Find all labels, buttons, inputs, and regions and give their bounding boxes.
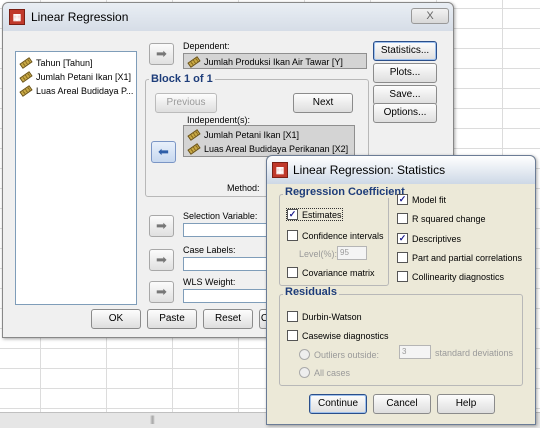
- all-cases-radio[interactable]: All cases: [299, 367, 350, 378]
- wls-weight-field[interactable]: [183, 289, 269, 303]
- level-field[interactable]: 95: [337, 246, 367, 260]
- left-arrow-icon: ⬅: [158, 144, 169, 159]
- next-button[interactable]: Next: [293, 93, 353, 113]
- continue-button[interactable]: Continue: [309, 394, 367, 414]
- variable-list[interactable]: Tahun [Tahun] Jumlah Petani Ikan [X1] Lu…: [15, 51, 137, 305]
- checkmark-icon: ✓: [397, 233, 408, 244]
- list-item[interactable]: Luas Areal Budidaya P...: [19, 84, 133, 98]
- casewise-diagnostics-checkbox[interactable]: Casewise diagnostics: [287, 330, 389, 341]
- method-label: Method:: [227, 183, 260, 193]
- case-labels-move-button[interactable]: ➡: [149, 249, 174, 271]
- estimates-checkbox[interactable]: ✓ Estimates: [286, 208, 343, 221]
- covariance-matrix-checkbox[interactable]: Covariance matrix: [287, 267, 375, 278]
- list-item[interactable]: Jumlah Petani Ikan [X1]: [19, 70, 131, 84]
- descriptives-checkbox[interactable]: ✓ Descriptives: [397, 233, 461, 244]
- ruler-variable-icon: [19, 71, 33, 83]
- statistics-dialog-title: Linear Regression: Statistics: [293, 163, 446, 177]
- app-icon: ▦: [9, 9, 25, 25]
- help-button[interactable]: Help: [437, 394, 495, 414]
- dependent-move-button[interactable]: ➡: [149, 43, 174, 65]
- selection-variable-move-button[interactable]: ➡: [149, 215, 174, 237]
- app-icon: ▦: [272, 162, 288, 178]
- cancel-button[interactable]: Cancel: [373, 394, 431, 414]
- scrollbar-grip-icon[interactable]: |||: [150, 414, 172, 424]
- statistics-title-bar[interactable]: ▦ Linear Regression: Statistics: [267, 156, 535, 184]
- reset-button[interactable]: Reset: [203, 309, 253, 329]
- wls-weight-move-button[interactable]: ➡: [149, 281, 174, 303]
- ruler-variable-icon: [187, 56, 201, 68]
- r-squared-change-checkbox[interactable]: R squared change: [397, 213, 486, 224]
- outliers-field[interactable]: 3: [399, 345, 431, 359]
- ruler-variable-icon: [19, 57, 33, 69]
- options-button[interactable]: Options...: [373, 103, 437, 123]
- ruler-variable-icon: [19, 85, 33, 97]
- level-label: Level(%):: [299, 249, 338, 259]
- previous-button[interactable]: Previous: [155, 93, 217, 113]
- durbin-watson-checkbox[interactable]: Durbin-Watson: [287, 311, 362, 322]
- right-arrow-icon: ➡: [156, 284, 167, 299]
- dependent-field[interactable]: Jumlah Produksi Ikan Air Tawar [Y]: [183, 53, 367, 69]
- list-item[interactable]: Tahun [Tahun]: [19, 56, 93, 70]
- outliers-outside-radio[interactable]: Outliers outside:: [299, 349, 379, 360]
- right-arrow-icon: ➡: [156, 46, 167, 61]
- case-labels-label: Case Labels:: [183, 245, 236, 255]
- checkmark-icon: ✓: [397, 194, 408, 205]
- independents-label: Independent(s):: [187, 115, 251, 125]
- ruler-variable-icon: [187, 143, 201, 155]
- plots-button[interactable]: Plots...: [373, 63, 437, 83]
- selection-variable-field[interactable]: [183, 223, 269, 237]
- close-icon[interactable]: X: [411, 8, 449, 24]
- save-button[interactable]: Save...: [373, 85, 437, 105]
- confidence-intervals-checkbox[interactable]: Confidence intervals: [287, 230, 384, 241]
- part-partial-correlations-checkbox[interactable]: Part and partial correlations: [397, 252, 522, 263]
- title-bar[interactable]: ▦ Linear Regression X: [3, 3, 453, 31]
- case-labels-field[interactable]: [183, 257, 269, 271]
- independent-move-button[interactable]: ⬅: [151, 141, 176, 163]
- dialog-title: Linear Regression: [31, 10, 129, 24]
- collinearity-diagnostics-checkbox[interactable]: Collinearity diagnostics: [397, 271, 504, 282]
- dependent-label: Dependent:: [183, 41, 230, 51]
- block-label: Block 1 of 1: [149, 73, 215, 85]
- wls-weight-label: WLS Weight:: [183, 277, 236, 287]
- statistics-button[interactable]: Statistics...: [373, 41, 437, 61]
- right-arrow-icon: ➡: [156, 252, 167, 267]
- checkmark-icon: ✓: [287, 209, 298, 220]
- right-arrow-icon: ➡: [156, 218, 167, 233]
- independents-list[interactable]: Jumlah Petani Ikan [X1] Luas Areal Budid…: [183, 125, 355, 157]
- model-fit-checkbox[interactable]: ✓ Model fit: [397, 194, 446, 205]
- ruler-variable-icon: [187, 129, 201, 141]
- residuals-title: Residuals: [283, 286, 339, 298]
- selection-variable-label: Selection Variable:: [183, 211, 258, 221]
- standard-deviations-label: standard deviations: [435, 348, 514, 358]
- paste-button[interactable]: Paste: [147, 309, 197, 329]
- ok-button[interactable]: OK: [91, 309, 141, 329]
- statistics-dialog: ▦ Linear Regression: Statistics Regressi…: [266, 155, 536, 425]
- regression-coefficient-title: Regression Coefficient: [283, 186, 407, 198]
